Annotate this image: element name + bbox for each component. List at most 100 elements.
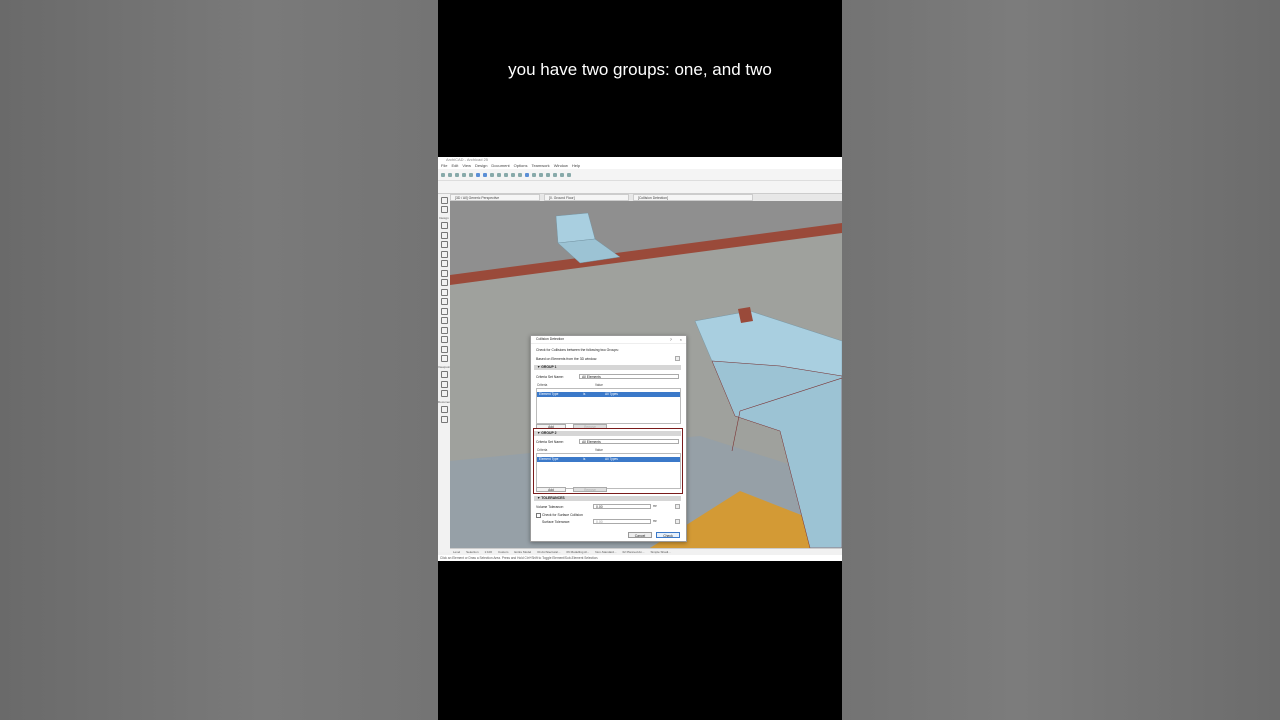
group1-criteria-list: Criteria Value Element Type is All Types [536,383,681,424]
group2-criteria-list: Criteria Value Element Type is All Types [536,448,681,489]
archicad-window: ArchiCAD - Archicad 25 File Edit View De… [438,157,842,561]
section-tool-icon[interactable] [440,371,448,378]
group1-col-criteria: Criteria [537,383,548,387]
standard-toolbar [438,169,842,181]
volume-tolerance-label: Volume Tolerance: [536,505,564,509]
mesh-tool-icon[interactable] [440,317,448,324]
camera-icon[interactable] [567,172,571,177]
lock-icon[interactable] [560,172,564,177]
group1-col-value: Value [595,383,603,387]
roof-tool-icon[interactable] [440,288,448,296]
group2-header[interactable]: ▼ GROUP 2 [534,431,681,436]
tab-collision-detection[interactable]: [Collision Detection] [633,194,753,201]
slab-tool-icon[interactable] [440,279,448,286]
group1-row-value[interactable]: All Types [605,392,618,397]
zone-tool-icon[interactable] [440,326,448,334]
group1-criteria-set-select[interactable]: All Elements [579,374,679,379]
group2-row-op[interactable]: is [583,457,585,462]
surface-unit: m² [653,519,657,523]
based-on-text: Based on Elements from the 3D window. [536,357,598,361]
layer-icon[interactable] [518,172,522,177]
surface-tolerance-input[interactable]: 0.00 [593,519,651,524]
undo-icon[interactable] [441,172,445,177]
object-tool-icon[interactable] [440,269,448,277]
door-tool-icon[interactable] [440,260,448,267]
group2-criteria-set-select[interactable]: All Elements [579,439,679,444]
group2-add-button[interactable]: Add [536,487,566,492]
check-button[interactable]: Check [656,532,680,538]
group2-remove-button[interactable]: Remove [573,487,607,492]
surface-tolerance-label: Surface Tolerance: [542,520,571,524]
group1-criteria-row[interactable]: Element Type is All Types [537,392,680,397]
detail-icon[interactable] [546,172,550,177]
surface-collision-label: Check for Surface Collision [542,513,583,517]
column-tool-icon[interactable] [440,231,448,239]
stair-tool-icon[interactable] [440,298,448,305]
trace-icon[interactable] [504,172,508,177]
shell-tool-icon[interactable] [440,345,448,353]
toolbox-label-design: Design [439,215,449,220]
curtain-wall-tool-icon[interactable] [440,336,448,343]
close-icon[interactable]: × [680,336,682,343]
volume-tolerance-input[interactable]: 0.00 [593,504,651,509]
morph-tool-icon[interactable] [440,355,448,362]
grid-snap-icon[interactable] [490,172,494,177]
arrow-tool-icon[interactable] [440,196,448,204]
3d-viewport[interactable]: Collision Detection ? × Check for Collis… [450,201,842,548]
group2-col-criteria: Criteria [537,448,548,452]
group1-criteria-set-label: Criteria Set Name: [536,375,564,379]
window-tool-icon[interactable] [440,250,448,258]
collision-detection-dialog: Collision Detection ? × Check for Collis… [530,335,687,542]
selection-mode-icon[interactable] [476,172,480,177]
volume-arrow-icon[interactable] [675,504,680,509]
guide-icon[interactable] [497,172,501,177]
text-tool-icon[interactable] [440,415,448,423]
help-icon[interactable]: ? [670,336,672,343]
elevation-tool-icon[interactable] [440,380,448,388]
info-box-toolbar [438,181,842,194]
group1-row-criteria: Element Type [539,392,559,396]
worksheet-icon[interactable] [553,172,557,177]
sub-selection-icon[interactable] [483,172,487,177]
inject-icon[interactable] [462,172,466,177]
marquee-tool-icon[interactable] [440,206,448,213]
group1-row-op[interactable]: is [583,392,585,397]
group2-row-value[interactable]: All Types [605,457,618,462]
group2-criteria-set-label: Criteria Set Name: [536,440,564,444]
surface-arrow-icon[interactable] [675,519,680,524]
elevation-icon[interactable] [539,172,543,177]
dialog-title: Collision Detection [536,337,565,341]
tab-generic-perspective[interactable]: [3D / All] Generic Perspective [450,194,540,201]
video-caption: you have two groups: one, and two [508,60,772,79]
beam-tool-icon[interactable] [440,241,448,248]
tolerances-header[interactable]: ▼ TOLERANCES [534,496,681,501]
video-frame: you have two groups: one, and two ArchiC… [438,0,842,720]
view-tabs: [3D / All] Generic Perspective [0. Groun… [450,194,842,201]
zoom-icon[interactable] [511,172,515,177]
right-blur-background [842,0,1280,720]
eyedropper-icon[interactable] [469,172,473,177]
3d-view-icon[interactable] [525,172,529,177]
group2-col-value: Value [595,448,603,452]
wall-tool-icon[interactable] [440,222,448,229]
group2-criteria-row[interactable]: Element Type is All Types [537,457,680,462]
left-blur-background [0,0,438,720]
detail-tool-icon[interactable] [440,390,448,397]
redo-icon[interactable] [448,172,452,177]
surface-collision-checkbox[interactable] [536,513,541,518]
tab-ground-floor[interactable]: [0. Ground Floor] [544,194,629,201]
section-icon[interactable] [532,172,536,177]
toolbox-label-viewpoint: Viewpoint [438,364,451,369]
toolbox-label-document: Document [438,399,452,404]
dimension-tool-icon[interactable] [440,406,448,413]
cancel-button[interactable]: Cancel [628,532,652,538]
status-bar: Level Selection 1:100 Custom Entire Mode… [450,548,842,555]
group1-header[interactable]: ▼ GROUP 1 [534,365,681,370]
volume-unit: m³ [653,504,657,508]
railing-tool-icon[interactable] [440,307,448,315]
upper-duct-top [555,212,596,244]
status-hint: Click an Element or Draw a Selection Are… [438,555,842,561]
group2-row-criteria: Element Type [539,457,559,461]
pick-icon[interactable] [455,172,459,177]
settings-icon[interactable] [675,356,680,361]
